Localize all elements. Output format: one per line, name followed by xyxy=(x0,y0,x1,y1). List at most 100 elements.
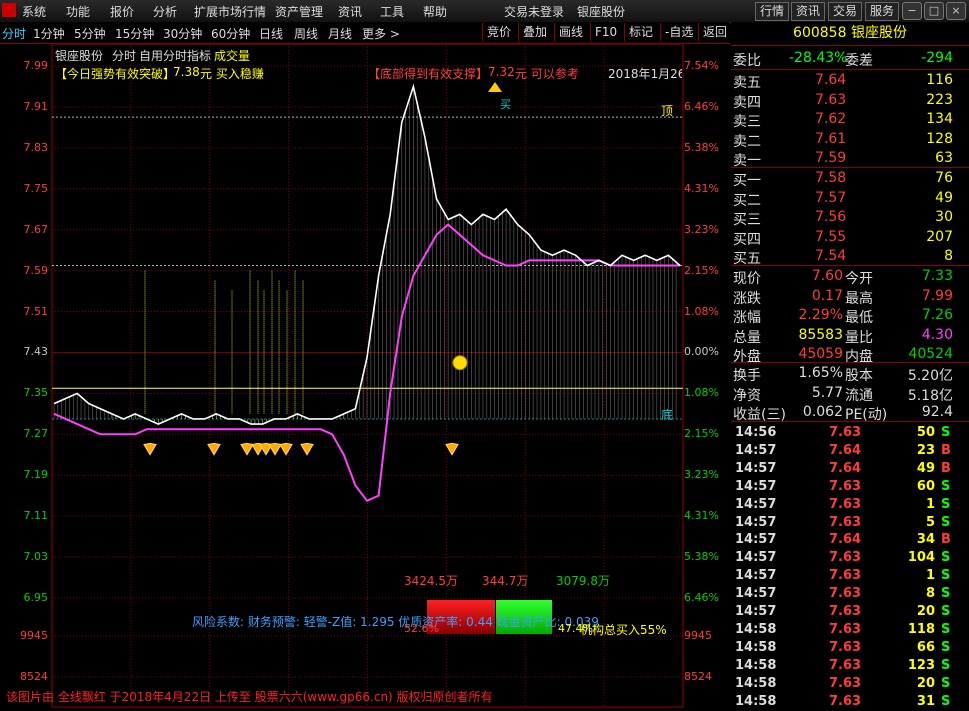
menu-news[interactable]: 资讯 xyxy=(338,3,362,20)
stat-row[interactable]: 涨跌 0.17 最高 7.99 xyxy=(731,287,961,307)
sell-order-row[interactable]: 卖二 7.61 128 xyxy=(731,130,961,150)
news-button[interactable]: 资讯 xyxy=(791,2,826,21)
fin-row[interactable]: 收益(三) 0.062 PE(动) 92.4 xyxy=(731,403,961,423)
tick-price: 7.64 xyxy=(829,442,862,458)
tick-price: 7.63 xyxy=(829,604,862,619)
add-favorite-button[interactable]: -自选 xyxy=(660,23,697,41)
f10-button[interactable]: F10 xyxy=(590,23,621,41)
buy-order-row[interactable]: 买四 7.55 207 xyxy=(731,228,961,248)
trade-button[interactable]: 交易 xyxy=(828,2,863,21)
diamond-icon xyxy=(268,442,282,456)
close-icon[interactable]: × xyxy=(946,2,966,20)
menu-tools[interactable]: 工具 xyxy=(380,3,404,20)
trade-tick-row[interactable]: 14:58 7.63 118 S xyxy=(731,621,969,639)
y-right-label: 4.31% xyxy=(684,509,719,523)
tick-time: 14:57 xyxy=(735,586,777,602)
trade-tick-row[interactable]: 14:57 7.63 60 S xyxy=(731,478,969,496)
trade-tick-row[interactable]: 14:58 7.63 66 S xyxy=(731,639,969,657)
tab-more[interactable]: 更多 > xyxy=(362,25,400,42)
tick-time: 14:57 xyxy=(735,604,777,619)
trade-tick-row[interactable]: 14:57 7.63 104 S xyxy=(731,549,969,567)
tab-monthly[interactable]: 月线 xyxy=(328,25,352,42)
chart-volume-label[interactable]: 成交量 xyxy=(214,47,250,64)
sell-order-row[interactable]: 卖四 7.63 223 xyxy=(731,91,961,111)
auction-button[interactable]: 竞价 xyxy=(482,23,515,41)
diamond-icon xyxy=(445,442,459,456)
app-logo-icon[interactable] xyxy=(2,3,16,17)
order-price: 7.59 xyxy=(815,150,847,166)
trade-tick-row[interactable]: 14:57 7.63 8 S xyxy=(731,585,969,603)
trade-tick-row[interactable]: 14:58 7.63 20 S xyxy=(731,675,969,693)
buy-order-row[interactable]: 买五 7.54 8 xyxy=(731,247,961,267)
signal-text-mid: 元 可以参考 xyxy=(515,67,579,81)
y-left-label: 7.99 xyxy=(23,59,49,72)
intraday-chart[interactable]: 银座股份 分时 自用分时指标 成交量 【今日强势有效突破】 7.38 元 买入稳… xyxy=(0,44,730,708)
menu-quote[interactable]: 报价 xyxy=(110,3,134,20)
menu-asset[interactable]: 资产管理 xyxy=(275,3,323,20)
mark-button[interactable]: 标记 xyxy=(624,23,657,41)
menu-analysis[interactable]: 分析 xyxy=(153,3,177,20)
tick-volume: 123 xyxy=(907,657,935,673)
order-price: 7.54 xyxy=(815,248,847,264)
tab-30min[interactable]: 30分钟 xyxy=(163,25,202,42)
minimize-icon[interactable]: − xyxy=(902,2,922,20)
stat-label: 现价 xyxy=(733,271,761,287)
tick-time: 14:57 xyxy=(735,568,777,584)
chart-indicator[interactable]: 自用分时指标 xyxy=(139,47,211,64)
y-right-label: 6.46% xyxy=(684,591,719,604)
trade-tick-row[interactable]: 14:57 7.63 1 S xyxy=(731,567,969,585)
menu-help[interactable]: 帮助 xyxy=(423,3,447,20)
trade-tick-row[interactable]: 14:57 7.64 34 B xyxy=(731,531,969,549)
buy-order-row[interactable]: 买三 7.56 30 xyxy=(731,208,961,228)
overlay-button[interactable]: 叠加 xyxy=(518,23,551,41)
stat-value: 2.29% xyxy=(798,307,843,323)
y-left-label: 7.67 xyxy=(23,222,49,236)
fin-row[interactable]: 换手 1.65% 股本 5.20亿 xyxy=(731,364,961,384)
fin-row[interactable]: 净资 5.77 流通 5.18亿 xyxy=(731,384,961,404)
sell-order-row[interactable]: 卖三 7.62 134 xyxy=(731,110,961,130)
tick-side: S xyxy=(941,639,951,655)
order-ratio-row: 委比 -28.43% 委差 -294 xyxy=(731,49,961,69)
tab-1min[interactable]: 1分钟 xyxy=(33,25,65,42)
tab-60min[interactable]: 60分钟 xyxy=(211,25,250,42)
trade-tick-row[interactable]: 14:57 7.64 23 B xyxy=(731,442,969,460)
tab-5min[interactable]: 5分钟 xyxy=(74,25,106,42)
trade-tick-row[interactable]: 14:57 7.64 49 B xyxy=(731,460,969,478)
trade-tick-row[interactable]: 14:57 7.63 20 S xyxy=(731,603,969,621)
tick-price: 7.63 xyxy=(829,568,862,584)
menu-function[interactable]: 功能 xyxy=(66,3,90,20)
signal-value-left: 7.38 xyxy=(173,65,200,79)
menu-system[interactable]: 系统 xyxy=(22,3,46,20)
tab-15min[interactable]: 15分钟 xyxy=(115,25,154,42)
trade-tick-row[interactable]: 14:57 7.63 5 S xyxy=(731,514,969,532)
menu-ext-market[interactable]: 扩展市场行情 xyxy=(194,3,266,20)
sell-order-row[interactable]: 卖一 7.59 63 xyxy=(731,149,961,169)
quote-button[interactable]: 行情 xyxy=(755,2,790,21)
tick-price: 7.63 xyxy=(829,550,862,566)
tab-intraday[interactable]: 分时 xyxy=(2,25,26,42)
stat-label: 涨跌 xyxy=(733,290,761,307)
service-button[interactable]: 服务 xyxy=(865,2,900,21)
buy-order-row[interactable]: 买一 7.58 76 xyxy=(731,169,961,189)
draw-button[interactable]: 画线 xyxy=(554,23,587,41)
stat-label: 外盘 xyxy=(733,349,761,365)
trade-tick-row[interactable]: 14:56 7.63 50 S xyxy=(731,424,969,442)
tick-time: 14:57 xyxy=(735,514,777,530)
trade-tick-row[interactable]: 14:58 7.63 123 S xyxy=(731,657,969,675)
stat-row[interactable]: 现价 7.60 今开 7.33 xyxy=(731,267,961,287)
maximize-icon[interactable]: □ xyxy=(924,2,944,20)
stat-row[interactable]: 总量 85583 量比 4.30 xyxy=(731,326,961,346)
tick-side: S xyxy=(941,478,951,494)
stat-row[interactable]: 涨幅 2.29% 最低 7.26 xyxy=(731,306,961,326)
buy-order-row[interactable]: 买二 7.57 49 xyxy=(731,189,961,209)
tab-weekly[interactable]: 周线 xyxy=(294,25,318,42)
stat-value: 4.30 xyxy=(921,326,953,343)
signal-value-mid: 7.32 xyxy=(488,65,515,79)
order-price: 7.61 xyxy=(815,130,847,147)
chart-canvas[interactable] xyxy=(0,44,730,708)
sell-order-row[interactable]: 卖五 7.64 116 xyxy=(731,71,961,91)
tab-daily[interactable]: 日线 xyxy=(259,25,283,42)
order-price: 7.64 xyxy=(815,72,847,88)
back-button[interactable]: 返回 xyxy=(698,23,731,41)
trade-tick-row[interactable]: 14:57 7.63 1 S xyxy=(731,496,969,514)
